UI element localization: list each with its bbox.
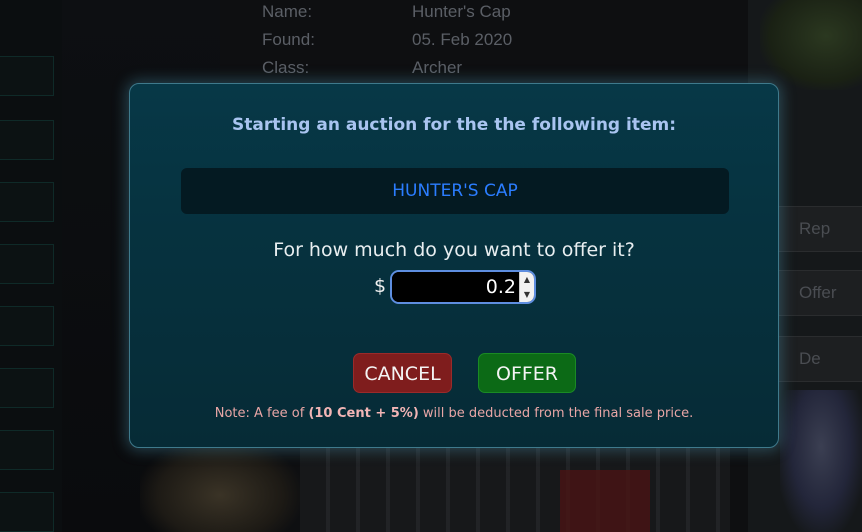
inventory-slot[interactable] xyxy=(0,182,54,222)
item-info-value: Archer xyxy=(412,58,463,77)
inventory-slot[interactable] xyxy=(0,368,54,408)
fee-note-amount: (10 Cent + 5%) xyxy=(308,406,419,421)
price-stepper[interactable]: ▲ ▼ xyxy=(519,272,534,302)
cancel-button[interactable]: CANCEL xyxy=(353,353,452,393)
fee-note: Note: A fee of (10 Cent + 5%) will be de… xyxy=(130,406,778,421)
dialog-title: Starting an auction for the the followin… xyxy=(231,115,677,135)
repair-button[interactable]: Rep xyxy=(778,206,862,252)
inventory-slot[interactable] xyxy=(0,306,54,346)
price-field[interactable]: ▲ ▼ xyxy=(390,270,536,304)
inventory-slot[interactable] xyxy=(0,492,54,532)
item-info-key: Class: xyxy=(262,58,310,77)
item-name-box: HUNTER'S CAP xyxy=(181,168,729,214)
red-carpet-scenery xyxy=(560,470,650,532)
knight-figure xyxy=(780,390,862,532)
item-info-key: Found: xyxy=(262,30,315,49)
price-input[interactable] xyxy=(392,272,520,302)
currency-symbol: $ xyxy=(374,275,387,297)
stairs-scenery xyxy=(300,448,730,532)
inventory-sidebar xyxy=(0,0,62,532)
inventory-slot[interactable] xyxy=(0,56,54,96)
auction-dialog: Starting an auction for the the followin… xyxy=(129,83,779,448)
fee-note-suffix: will be deducted from the final sale pri… xyxy=(418,406,694,421)
offer-side-button[interactable]: Offer xyxy=(778,270,862,316)
inventory-slot[interactable] xyxy=(0,120,54,160)
offer-button[interactable]: OFFER xyxy=(478,353,576,393)
character-figure xyxy=(140,440,300,532)
item-info-value: Hunter's Cap xyxy=(412,2,511,21)
item-info-value: 05. Feb 2020 xyxy=(412,30,513,49)
caret-down-icon[interactable]: ▼ xyxy=(520,287,534,302)
price-question: For how much do you want to offer it? xyxy=(273,239,635,261)
caret-up-icon[interactable]: ▲ xyxy=(520,272,534,287)
delete-button[interactable]: De xyxy=(778,336,862,382)
item-info-key: Name: xyxy=(262,2,313,21)
inventory-slot[interactable] xyxy=(0,430,54,470)
fee-note-prefix: Note: A fee of xyxy=(214,406,309,421)
inventory-slot[interactable] xyxy=(0,244,54,284)
hat-preview-image xyxy=(760,0,862,90)
